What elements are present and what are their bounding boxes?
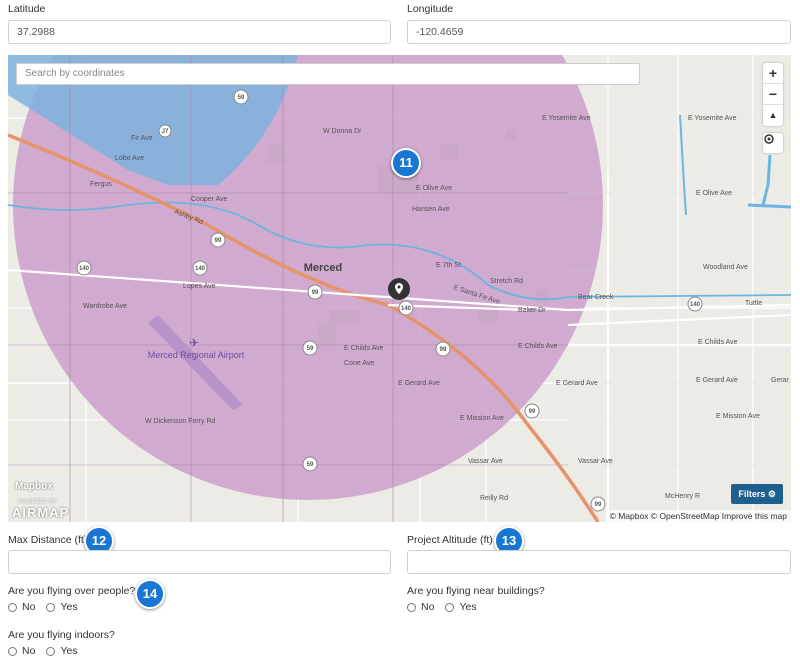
svg-text:99: 99 [215, 238, 222, 244]
svg-text:99: 99 [529, 409, 536, 415]
indoors-yes-option[interactable]: Yes [46, 645, 78, 657]
radio-label: No [22, 601, 36, 613]
svg-text:J7: J7 [162, 129, 169, 135]
near-buildings-options: No Yes [407, 601, 488, 613]
crosshair-icon [764, 134, 774, 144]
marker-badge-14: 14 [135, 579, 165, 609]
svg-text:140: 140 [195, 266, 206, 272]
svg-text:E Yosemite Ave: E Yosemite Ave [542, 115, 591, 122]
near-buildings-question: Are you flying near buildings? [407, 585, 545, 597]
radio-button[interactable] [8, 602, 17, 612]
airport-label: Merced Regional Airport [148, 350, 245, 360]
svg-text:Cooper Ave: Cooper Ave [191, 196, 228, 203]
near-buildings-yes-option[interactable]: Yes [445, 601, 477, 613]
svg-text:Fergus: Fergus [90, 181, 112, 188]
svg-text:Reilly Rd: Reilly Rd [480, 495, 508, 502]
radio-button[interactable] [445, 602, 455, 612]
airmap-brand-text: AIRMAP [12, 505, 70, 520]
svg-text:E Childs Ave: E Childs Ave [344, 345, 384, 352]
longitude-input[interactable]: -120.4659 [407, 20, 791, 44]
radio-label: Yes [459, 601, 477, 613]
radio-label: Yes [60, 601, 78, 613]
svg-text:Vassar Ave: Vassar Ave [468, 458, 503, 465]
filters-button[interactable]: Filters ⚙ [731, 484, 783, 504]
map-canvas: 59 99 140 140 99 59 140 99 99 59 140 99 … [8, 55, 791, 522]
svg-text:Hansen Ave: Hansen Ave [412, 206, 450, 213]
svg-text:E Gerard Ave: E Gerard Ave [398, 380, 440, 387]
location-pin [388, 278, 410, 300]
svg-text:59: 59 [307, 462, 314, 468]
svg-text:W Dickenson Ferry Rd: W Dickenson Ferry Rd [145, 418, 216, 425]
svg-text:Fir Ave: Fir Ave [131, 135, 153, 142]
radio-button[interactable] [407, 602, 416, 612]
svg-text:140: 140 [690, 302, 701, 308]
svg-text:E Mission Ave: E Mission Ave [460, 415, 504, 422]
geolocate-button[interactable] [763, 133, 783, 153]
svg-text:McHenry R: McHenry R [665, 493, 700, 500]
map[interactable]: 59 99 140 140 99 59 140 99 99 59 140 99 … [8, 55, 791, 522]
svg-text:E Childs Ave: E Childs Ave [518, 343, 558, 350]
compass-button[interactable]: ▲ [763, 105, 783, 126]
near-buildings-no-option[interactable]: No [407, 601, 434, 613]
svg-text:E Olive Ave: E Olive Ave [696, 190, 732, 197]
svg-text:140: 140 [79, 266, 90, 272]
radio-label: No [22, 645, 36, 657]
marker-badge-11: 11 [391, 148, 421, 178]
svg-text:E Gerard Ave: E Gerard Ave [556, 380, 598, 387]
svg-text:W Donna Dr: W Donna Dr [323, 128, 362, 135]
map-attribution[interactable]: © Mapbox © OpenStreetMap Improve this ma… [605, 510, 791, 522]
city-label: Merced [304, 262, 343, 274]
svg-text:Stretch Rd: Stretch Rd [490, 278, 523, 285]
longitude-label: Longitude [407, 3, 454, 15]
svg-text:59: 59 [307, 346, 314, 352]
radio-button[interactable] [8, 646, 17, 656]
max-distance-label: Max Distance (ft) [8, 534, 88, 546]
over-people-no-option[interactable]: No [8, 601, 35, 613]
svg-text:E Mission Ave: E Mission Ave [716, 413, 760, 420]
svg-text:Lobo Ave: Lobo Ave [115, 155, 144, 162]
radio-label: No [421, 601, 435, 613]
over-people-options: No Yes [8, 601, 89, 613]
svg-text:E Olive Ave: E Olive Ave [416, 185, 452, 192]
svg-text:99: 99 [312, 290, 319, 296]
svg-text:Baker Dr: Baker Dr [518, 307, 546, 314]
over-people-question: Are you flying over people? [8, 585, 136, 597]
radio-button[interactable] [46, 602, 56, 612]
altitude-label: Project Altitude (ft) [407, 534, 493, 546]
radio-label: Yes [60, 645, 78, 657]
svg-text:Lopes Ave: Lopes Ave [183, 283, 216, 290]
airport-icon: ✈ [189, 336, 199, 350]
max-distance-input[interactable] [8, 550, 391, 574]
svg-text:Cone Ave: Cone Ave [344, 360, 374, 367]
svg-text:Bear Creek: Bear Creek [578, 294, 614, 301]
indoors-question: Are you flying indoors? [8, 629, 115, 641]
latitude-input[interactable]: 37.2988 [8, 20, 391, 44]
svg-text:E 7th St: E 7th St [436, 262, 461, 269]
svg-text:E Yosemite Ave: E Yosemite Ave [688, 115, 737, 122]
svg-text:99: 99 [440, 347, 447, 353]
svg-text:E Childs Ave: E Childs Ave [698, 339, 738, 346]
svg-text:Vassar Ave: Vassar Ave [578, 458, 613, 465]
map-search-input[interactable]: Search by coordinates [16, 63, 640, 85]
zoom-out-button[interactable]: − [763, 84, 783, 105]
svg-text:E Gerard Ave: E Gerard Ave [696, 377, 738, 384]
zoom-control: + − ▲ [763, 63, 783, 126]
svg-text:Wardrobe Ave: Wardrobe Ave [83, 303, 127, 310]
indoors-no-option[interactable]: No [8, 645, 35, 657]
svg-text:Woodland Ave: Woodland Ave [703, 264, 748, 271]
zoom-in-button[interactable]: + [763, 63, 783, 84]
airmap-logo: POWERED BY AIRMAP [12, 499, 69, 520]
altitude-input[interactable] [407, 550, 791, 574]
mapbox-logo[interactable]: Mapbox [15, 481, 53, 492]
radio-button[interactable] [46, 646, 56, 656]
svg-text:Tuttle: Tuttle [745, 300, 762, 307]
over-people-yes-option[interactable]: Yes [46, 601, 78, 613]
svg-text:140: 140 [401, 306, 412, 312]
svg-text:59: 59 [238, 95, 245, 101]
latitude-label: Latitude [8, 3, 46, 15]
svg-text:Gerar: Gerar [771, 377, 790, 384]
svg-text:99: 99 [595, 502, 602, 508]
indoors-options: No Yes [8, 645, 89, 657]
